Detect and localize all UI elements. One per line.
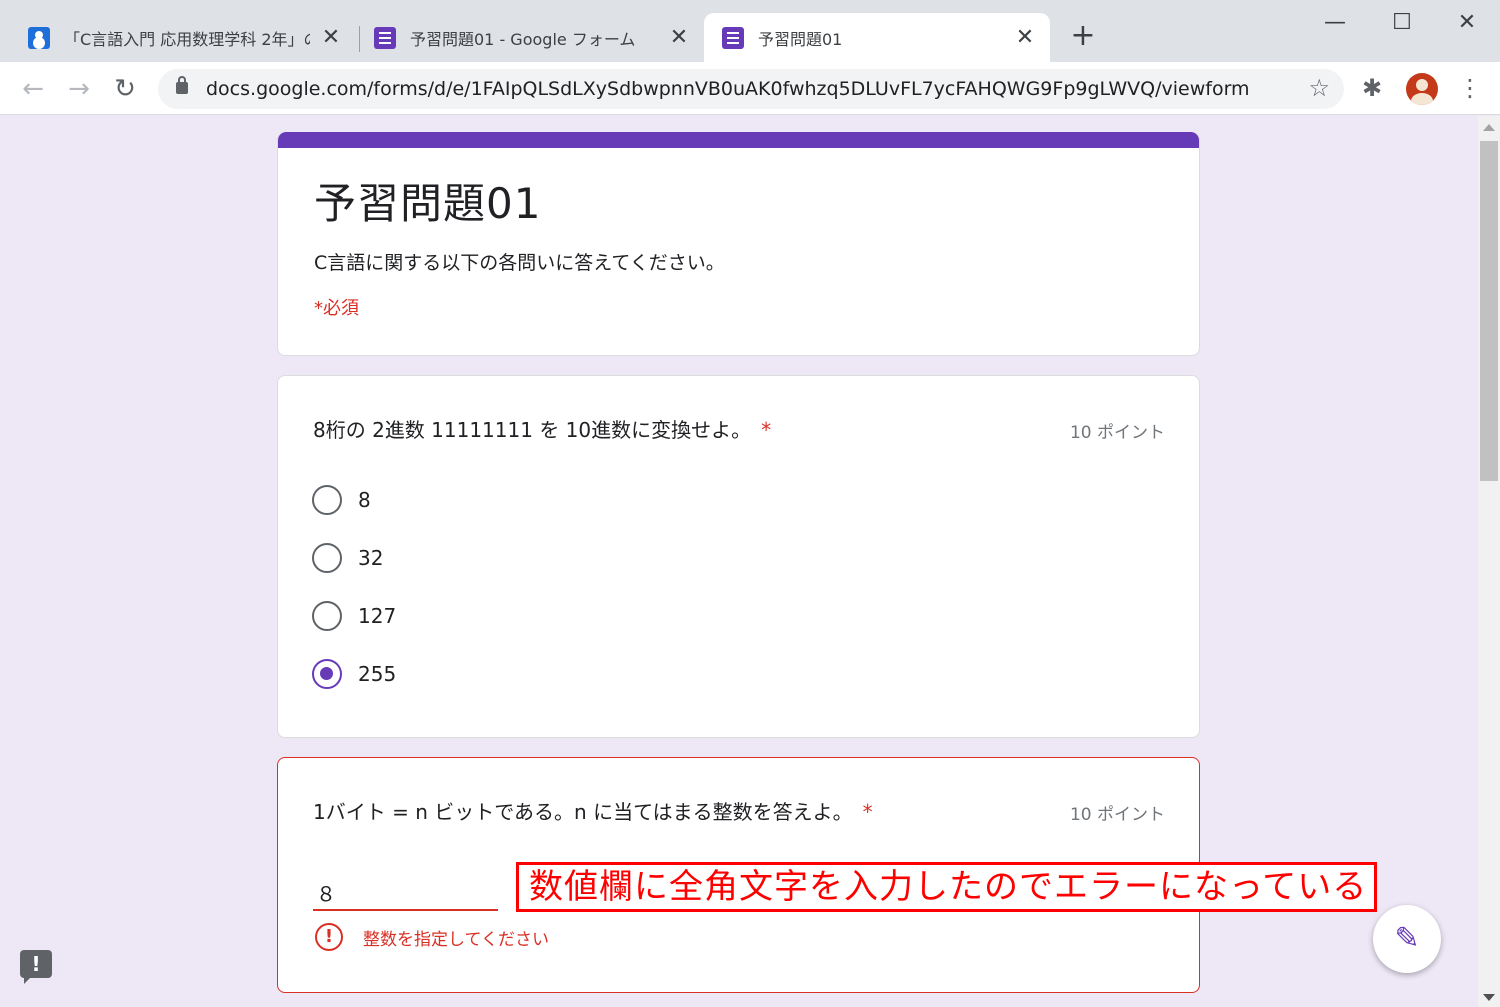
browser-toolbar: ← → ↻ docs.google.com/forms/d/e/1FAIpQLS… <box>0 62 1500 115</box>
tab-close-icon[interactable]: ✕ <box>668 25 690 50</box>
option-label: 32 <box>358 546 384 570</box>
tab-title: 「C言語入門 応用数理学科 2年」の <box>64 29 310 49</box>
form-header-card: 予習問題01 C言語に関する以下の各問いに答えてください。 *必須 <box>277 132 1200 356</box>
tab-classroom[interactable]: 「C言語入門 応用数理学科 2年」の ✕ <box>0 13 356 62</box>
window-close-button[interactable]: ✕ <box>1445 8 1489 38</box>
radio-button-checked[interactable] <box>312 659 342 689</box>
option-127[interactable]: 127 <box>312 600 396 632</box>
answer-input[interactable] <box>313 875 498 911</box>
option-label: 255 <box>358 662 397 686</box>
question-card-1: 8桁の 2進数 11111111 を 10進数に変換せよ。 * 10 ポイント 8… <box>277 375 1200 738</box>
reload-button[interactable]: ↻ <box>108 72 142 106</box>
url-text[interactable]: docs.google.com/forms/d/e/1FAIpQLSdLXySd… <box>206 78 1250 100</box>
tab-close-icon[interactable]: ✕ <box>1014 25 1036 50</box>
form-title: 予習問題01 <box>314 179 542 228</box>
required-asterisk: * <box>761 418 772 442</box>
question-title: 8桁の 2進数 11111111 を 10進数に変換せよ。 * <box>313 414 771 443</box>
lock-icon[interactable] <box>176 76 188 94</box>
required-asterisk: * <box>862 800 873 824</box>
error-text: 整数を指定してください <box>363 929 549 950</box>
tab-title: 予習問題01 - Google フォーム <box>410 29 636 49</box>
bookmark-star-icon[interactable]: ☆ <box>1308 74 1330 102</box>
tab-forms-edit[interactable]: 予習問題01 - Google フォーム ✕ <box>348 13 704 62</box>
question-title: 1バイト = n ビットである。n に当てはまる整数を答えよ。 * <box>313 796 873 825</box>
option-255[interactable]: 255 <box>312 658 396 690</box>
google-forms-icon <box>722 26 744 49</box>
tab-title: 予習問題01 <box>758 29 843 49</box>
scroll-down-icon[interactable] <box>1483 994 1495 1001</box>
back-button[interactable]: ← <box>16 72 50 106</box>
form-description: C言語に関する以下の各問いに答えてください。 <box>314 252 725 274</box>
edit-pencil-button[interactable]: ✎ <box>1373 905 1441 973</box>
radio-button[interactable] <box>312 543 342 573</box>
annotation-callout: 数値欄に全角文字を入力したのでエラーになっている <box>516 862 1377 912</box>
tab-strip: 「C言語入門 応用数理学科 2年」の ✕ 予習問題01 - Google フォー… <box>0 0 1500 62</box>
radio-button[interactable] <box>312 485 342 515</box>
option-32[interactable]: 32 <box>312 542 383 574</box>
error-icon: ! <box>315 923 343 951</box>
browser-menu-icon[interactable]: ⋮ <box>1458 74 1482 102</box>
tab-close-icon[interactable]: ✕ <box>320 25 342 50</box>
new-tab-button[interactable]: + <box>1067 20 1099 52</box>
maximize-button[interactable]: ☐ <box>1380 8 1424 38</box>
forward-button[interactable]: → <box>62 72 96 106</box>
option-label: 8 <box>358 488 371 512</box>
required-note: *必須 <box>314 298 359 319</box>
form-accent-bar <box>278 132 1199 148</box>
tab-forms-view[interactable]: 予習問題01 ✕ <box>704 13 1050 62</box>
option-label: 127 <box>358 604 397 628</box>
question-points: 10 ポイント <box>1069 423 1165 443</box>
radio-button[interactable] <box>312 601 342 631</box>
profile-avatar[interactable] <box>1406 73 1438 105</box>
minimize-button[interactable]: — <box>1313 8 1357 38</box>
page-scrollbar[interactable] <box>1478 116 1500 1007</box>
scrollbar-thumb[interactable] <box>1480 141 1498 481</box>
question-points: 10 ポイント <box>1069 805 1165 825</box>
question-text: 8桁の 2進数 11111111 を 10進数に変換せよ。 <box>313 418 752 442</box>
error-message: ! 整数を指定してください <box>315 923 549 951</box>
option-8[interactable]: 8 <box>312 484 371 516</box>
classroom-icon <box>28 26 50 49</box>
question-text: 1バイト = n ビットである。n に当てはまる整数を答えよ。 <box>313 800 853 824</box>
scroll-up-icon[interactable] <box>1483 124 1495 131</box>
feedback-icon[interactable]: ! <box>20 950 52 984</box>
address-bar[interactable]: docs.google.com/forms/d/e/1FAIpQLSdLXySd… <box>158 69 1344 109</box>
google-forms-icon <box>374 26 396 49</box>
extensions-icon[interactable]: ✱ <box>1362 74 1382 102</box>
